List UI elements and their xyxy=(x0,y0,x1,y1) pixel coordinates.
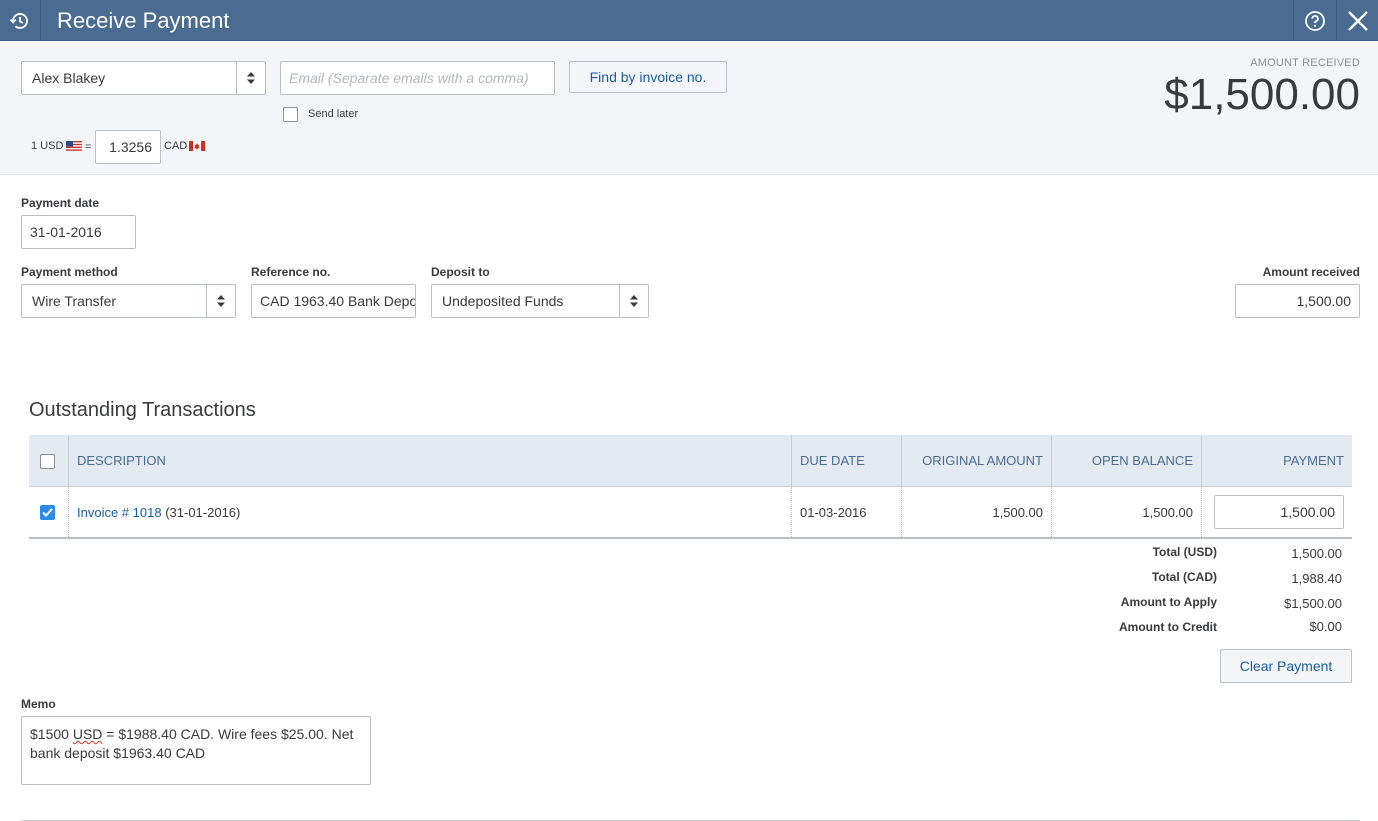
reference-input[interactable]: CAD 1963.40 Bank Deposit xyxy=(251,284,416,318)
exchange-right-label: CAD xyxy=(164,140,188,152)
customer-value: Alex Blakey xyxy=(32,70,106,86)
select-all-checkbox[interactable] xyxy=(40,454,55,469)
payment-date-value: 31-01-2016 xyxy=(30,224,102,240)
amount-received-header-label: AMOUNT RECEIVED xyxy=(1250,57,1360,69)
payment-method-value: Wire Transfer xyxy=(32,293,117,309)
amount-to-apply-label: Amount to Apply xyxy=(1120,595,1217,609)
exchange-rate-input[interactable]: 1.3256 xyxy=(95,130,161,164)
row-description: Invoice # 1018 (31-01-2016) xyxy=(68,487,791,537)
row-payment-cell: 1,500.00 xyxy=(1201,487,1352,537)
total-usd-label: Total (USD) xyxy=(1152,545,1217,559)
us-flag-icon xyxy=(66,139,82,154)
help-icon xyxy=(1305,10,1325,31)
invoice-link[interactable]: Invoice # 1018 xyxy=(77,505,162,520)
canada-flag-icon xyxy=(189,139,205,154)
amount-to-apply-value: $1,500.00 xyxy=(1284,596,1342,611)
reference-value: CAD 1963.40 Bank Deposit xyxy=(260,293,416,309)
payment-input[interactable]: 1,500.00 xyxy=(1214,495,1344,529)
find-by-invoice-button[interactable]: Find by invoice no. xyxy=(569,61,727,93)
history-icon xyxy=(9,12,28,29)
col-due-date[interactable]: DUE DATE xyxy=(791,435,901,486)
row-checkbox[interactable] xyxy=(40,505,55,520)
total-cad-label: Total (CAD) xyxy=(1151,570,1217,584)
amount-to-credit-value: $0.00 xyxy=(1309,619,1342,634)
exchange-left-label: 1 USD xyxy=(31,140,64,152)
deposit-to-select[interactable]: Undeposited Funds xyxy=(431,284,649,318)
deposit-to-value: Undeposited Funds xyxy=(442,293,564,309)
select-arrows-icon xyxy=(206,285,235,317)
close-button[interactable] xyxy=(1336,0,1378,41)
invoice-date: (31-01-2016) xyxy=(165,504,241,520)
amount-received-label: Amount received xyxy=(1262,265,1360,279)
col-payment[interactable]: PAYMENT xyxy=(1201,435,1352,486)
payment-value: 1,500.00 xyxy=(1280,504,1336,520)
col-original-amount[interactable]: ORIGINAL AMOUNT xyxy=(901,435,1051,486)
memo-textarea[interactable]: $1500 USD = $1988.40 CAD. Wire fees $25.… xyxy=(21,716,371,785)
memo-text-before: $1500 xyxy=(30,726,73,742)
amount-received-input[interactable]: 1,500.00 xyxy=(1235,284,1360,318)
help-button[interactable] xyxy=(1293,0,1336,41)
send-later-checkbox[interactable] xyxy=(283,107,298,122)
amount-received-header-value: $1,500.00 xyxy=(1164,70,1360,119)
close-icon xyxy=(1347,10,1368,31)
email-placeholder: Email (Separate emails with a comma) xyxy=(289,70,529,86)
deposit-to-label: Deposit to xyxy=(431,265,490,279)
amount-to-credit-label: Amount to Credit xyxy=(1119,620,1217,634)
payment-date-input[interactable]: 31-01-2016 xyxy=(21,215,136,249)
row-due-date: 01-03-2016 xyxy=(791,487,901,537)
col-open-balance[interactable]: OPEN BALANCE xyxy=(1051,435,1201,486)
section-title: Outstanding Transactions xyxy=(29,399,256,421)
customer-select[interactable]: Alex Blakey xyxy=(21,61,266,95)
exchange-equals: = xyxy=(85,141,92,153)
memo-spellcheck-word: USD xyxy=(72,726,103,742)
col-description[interactable]: DESCRIPTION xyxy=(68,435,791,486)
reference-label: Reference no. xyxy=(251,265,331,279)
row-original-amount: 1,500.00 xyxy=(901,487,1051,537)
email-input[interactable]: Email (Separate emails with a comma) xyxy=(280,61,555,95)
payment-date-label: Payment date xyxy=(21,196,100,210)
exchange-rate-value: 1.3256 xyxy=(109,139,152,155)
row-open-balance: 1,500.00 xyxy=(1051,487,1201,537)
total-cad-value: 1,988.40 xyxy=(1291,571,1342,586)
select-arrows-icon xyxy=(619,285,648,317)
checkmark-icon xyxy=(42,508,53,517)
clear-payment-button[interactable]: Clear Payment xyxy=(1220,649,1352,683)
total-usd-value: 1,500.00 xyxy=(1291,546,1342,561)
table-header: DESCRIPTION DUE DATE ORIGINAL AMOUNT OPE… xyxy=(29,435,1352,487)
select-arrows-icon xyxy=(236,62,265,94)
window-title: Receive Payment xyxy=(57,8,230,33)
send-later-label: Send later xyxy=(308,108,359,120)
table-row: Invoice # 1018 (31-01-2016) 01-03-2016 1… xyxy=(29,487,1352,539)
memo-label: Memo xyxy=(21,697,56,711)
history-button[interactable] xyxy=(0,0,41,41)
amount-received-value: 1,500.00 xyxy=(1296,293,1352,309)
payment-method-select[interactable]: Wire Transfer xyxy=(21,284,236,318)
payment-method-label: Payment method xyxy=(21,265,118,279)
